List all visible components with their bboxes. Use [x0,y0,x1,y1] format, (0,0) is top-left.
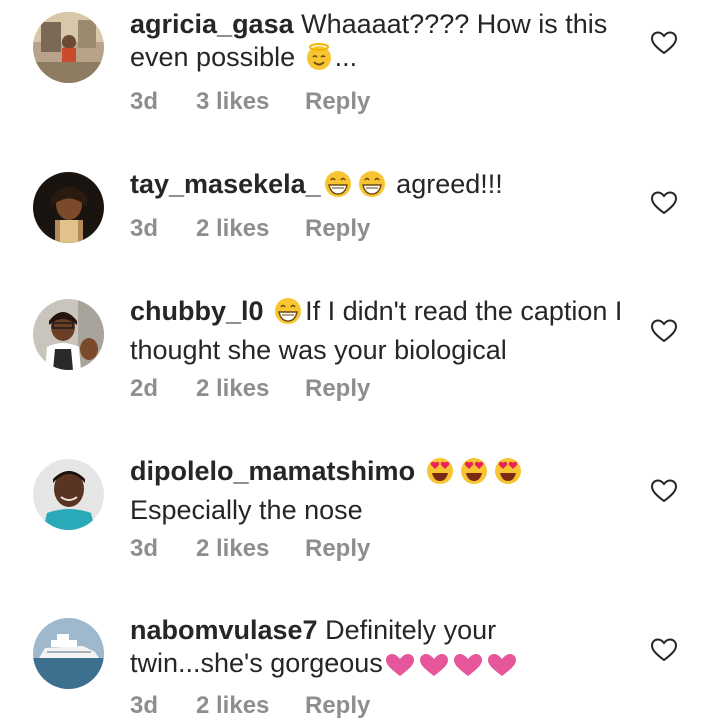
pink-heart-icon [486,652,518,686]
like-heart-icon[interactable] [651,638,677,662]
avatar[interactable] [33,459,104,530]
avatar[interactable] [33,172,104,243]
heart-eyes-face-icon [458,456,490,494]
like-heart-icon[interactable] [651,191,677,215]
username[interactable]: chubby_l0 [130,296,264,326]
username[interactable]: agricia_gasa [130,9,294,39]
like-heart-icon[interactable] [651,479,677,503]
likes-count[interactable]: 3 likes [196,88,305,116]
likes-count[interactable]: 2 likes [196,215,305,243]
comment-meta: 3d 2 likes Reply [130,535,370,563]
comment-meta: 3d 2 likes Reply [130,215,370,243]
comment-trailing: ... [334,42,358,72]
heart-eyes-face-icon [492,456,524,494]
comment-age: 3d [130,215,159,242]
comment-age: 3d [130,535,159,562]
reply-button[interactable]: Reply [305,375,370,403]
pink-heart-icon [418,652,450,686]
avatar[interactable] [33,12,104,83]
comment-age: 3d [130,692,159,719]
reply-button[interactable]: Reply [305,215,370,243]
likes-count[interactable]: 2 likes [196,692,305,720]
reply-button[interactable]: Reply [305,535,370,563]
grinning-face-icon [356,169,388,207]
reply-button[interactable]: Reply [305,692,370,720]
likes-count[interactable]: 2 likes [196,375,305,403]
avatar[interactable] [33,618,104,689]
comment-age: 2d [130,375,159,402]
pink-heart-icon [384,652,416,686]
like-heart-icon[interactable] [651,319,677,343]
comment-meta: 2d 2 likes Reply [130,375,370,403]
grinning-face-icon [322,169,354,207]
smiling-face-with-halo-icon [304,42,334,80]
comment-text: dipolelo_mamatshimo Especially the nose [130,455,630,527]
heart-eyes-face-icon [424,456,456,494]
comment-text: nabomvulase7 Definitely your twin...she'… [130,614,630,686]
comment-meta: 3d 3 likes Reply [130,88,370,116]
likes-count[interactable]: 2 likes [196,535,305,563]
username[interactable]: tay_masekela_ [130,169,321,199]
comment-age: 3d [130,88,159,115]
comment-body: Especially the nose [130,495,363,525]
reply-button[interactable]: Reply [305,88,370,116]
comment-text: agricia_gasa Whaaaat???? How is this eve… [130,8,630,80]
comment-text: tay_masekela_ agreed!!! [130,168,630,207]
like-heart-icon[interactable] [651,31,677,55]
comment-meta: 3d 2 likes Reply [130,692,370,720]
comment-body: agreed!!! [388,169,503,199]
username[interactable]: dipolelo_mamatshimo [130,456,415,486]
grinning-face-icon [272,296,304,334]
username[interactable]: nabomvulase7 [130,615,318,645]
pink-heart-icon [452,652,484,686]
comment-text: chubby_l0 If I didn't read the caption I… [130,295,630,367]
avatar[interactable] [33,299,104,370]
